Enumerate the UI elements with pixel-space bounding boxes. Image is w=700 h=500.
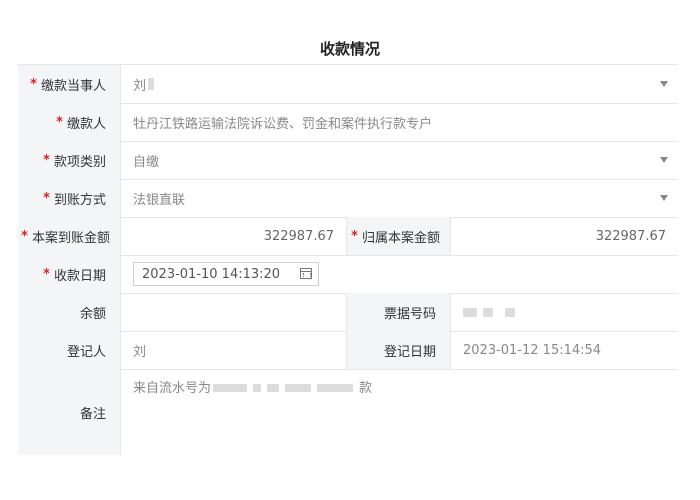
register-date-label: 登记日期 (346, 331, 450, 369)
register-date-value: 2023-01-12 15:14:54 (463, 342, 602, 358)
method-label: * 到账方式 (18, 179, 120, 217)
attributed-amount-value: 322987.67 (595, 228, 666, 244)
remark-textarea[interactable]: 来自流水号为款 (120, 369, 678, 455)
chevron-down-icon (660, 81, 668, 87)
row-category: * 款项类别 自缴 (18, 141, 678, 180)
row-balance-invoice: 余额 票据号码 (18, 293, 678, 332)
receipt-date-picker[interactable]: 2023-01-10 14:13:20 (133, 262, 319, 286)
chevron-down-icon (660, 157, 668, 163)
balance-field[interactable] (120, 293, 346, 331)
attributed-amount-field[interactable]: 322987.67 (450, 217, 678, 255)
payee-field[interactable]: 牡丹江铁路运输法院诉讼费、罚金和案件执行款专户 (120, 103, 678, 141)
payee-label: * 缴款人 (18, 103, 120, 141)
balance-label: 余额 (18, 293, 120, 331)
redacted-text (213, 381, 357, 396)
calendar-icon[interactable] (300, 268, 312, 279)
redacted-text (463, 307, 477, 317)
category-label: * 款项类别 (18, 141, 120, 179)
case-amount-label: * 本案到账金额 (18, 217, 120, 255)
row-amounts: * 本案到账金额 322987.67 * 归属本案金额 322987.67 (18, 217, 678, 256)
row-receipt-date: * 收款日期 2023-01-10 14:13:20 (18, 255, 678, 294)
row-payer: * 缴款当事人 刘 (18, 65, 678, 104)
remark-content: 来自流水号为款 (133, 381, 373, 396)
row-remark: 备注 来自流水号为款 (18, 369, 678, 455)
payer-value: 刘 (133, 78, 147, 94)
attributed-amount-label: * 归属本案金额 (346, 217, 450, 255)
case-amount-field[interactable]: 322987.67 (120, 217, 346, 255)
redacted-text (148, 78, 155, 90)
category-select[interactable]: 自缴 (120, 141, 678, 179)
register-date-field[interactable]: 2023-01-12 15:14:54 (450, 331, 678, 369)
registrar-field[interactable]: 刘 (120, 331, 346, 369)
payee-value: 牡丹江铁路运输法院诉讼费、罚金和案件执行款专户 (133, 116, 433, 132)
case-amount-value: 322987.67 (263, 228, 334, 244)
receipt-date-value: 2023-01-10 14:13:20 (142, 266, 281, 282)
payer-label: * 缴款当事人 (18, 65, 120, 103)
registrar-label: 登记人 (18, 331, 120, 369)
category-value: 自缴 (133, 154, 160, 170)
redacted-text (483, 307, 493, 317)
chevron-down-icon (660, 195, 668, 201)
redacted-text (505, 307, 515, 317)
method-value: 法银直联 (133, 192, 186, 208)
remark-label: 备注 (18, 369, 120, 455)
section-title: 收款情况 (319, 40, 380, 58)
receipt-date-cell: 2023-01-10 14:13:20 (120, 255, 678, 293)
row-registrar: 登记人 刘 登记日期 2023-01-12 15:14:54 (18, 331, 678, 370)
row-payee: * 缴款人 牡丹江铁路运输法院诉讼费、罚金和案件执行款专户 (18, 103, 678, 142)
receipt-date-label: * 收款日期 (18, 255, 120, 293)
registrar-value: 刘 (133, 344, 147, 360)
invoice-no-label: 票据号码 (346, 293, 450, 331)
payment-form: * 缴款当事人 刘 * 缴款人 牡丹江铁路运输法院诉讼费、罚金和案件执行款专户 * 款… (18, 64, 678, 457)
row-method: * 到账方式 法银直联 (18, 179, 678, 218)
payer-select[interactable]: 刘 (120, 65, 678, 103)
invoice-no-field[interactable] (450, 293, 678, 331)
method-select[interactable]: 法银直联 (120, 179, 678, 217)
